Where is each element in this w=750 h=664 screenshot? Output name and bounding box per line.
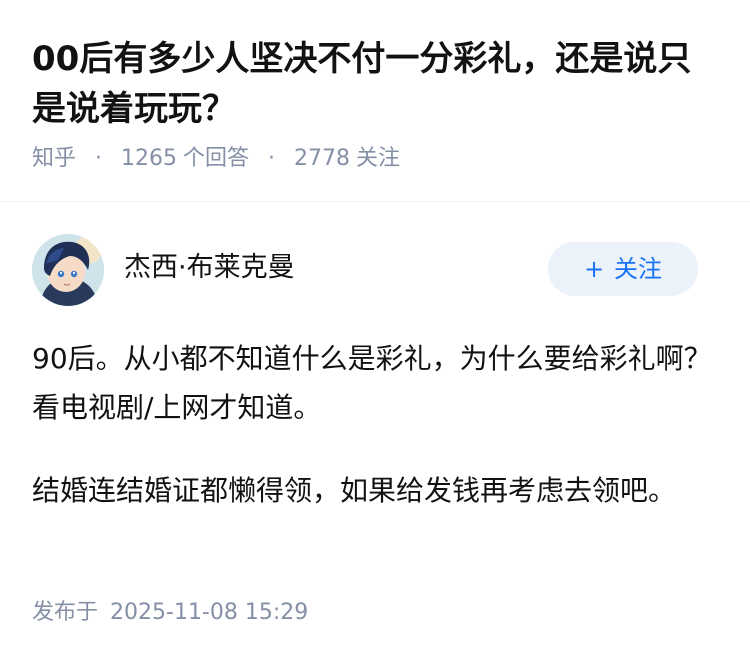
section-divider: [0, 201, 750, 202]
publish-label: 发布于: [32, 600, 99, 625]
answers-count-link[interactable]: 1265 个回答: [121, 146, 249, 171]
meta-separator: ·: [268, 146, 276, 171]
avatar-image: [32, 234, 104, 306]
avatar[interactable]: [32, 234, 104, 306]
publish-time: 发布于 2025-11-08 15:29: [32, 596, 308, 630]
question-meta: 知乎 · 1265 个回答 · 2778 关注: [32, 142, 400, 176]
answer-paragraph: 结婚连结婚证都懒得领，如果给发钱再考虑去领吧。: [32, 474, 677, 507]
answer-paragraph: 90后。从小都不知道什么是彩礼，为什么要给彩礼啊？看电视剧/上网才知道。: [32, 342, 712, 424]
answers-label: 个回答: [183, 146, 250, 171]
answer-content: 90后。从小都不知道什么是彩礼，为什么要给彩礼啊？看电视剧/上网才知道。 结婚连…: [32, 334, 712, 549]
follow-label: 关注: [614, 255, 663, 283]
follow-button[interactable]: + 关注: [548, 242, 698, 296]
answers-count: 1265: [121, 146, 178, 171]
followers-count-link[interactable]: 2778 关注: [294, 146, 400, 171]
meta-separator: ·: [95, 146, 103, 171]
author-row: 杰西·布莱克曼 + 关注: [32, 233, 698, 307]
question-title[interactable]: 00后有多少人坚决不付一分彩礼，还是说只是说着玩玩？: [32, 34, 712, 134]
author-name[interactable]: 杰西·布莱克曼: [124, 249, 295, 287]
plus-icon: +: [583, 255, 605, 283]
publish-timestamp: 2025-11-08 15:29: [110, 600, 309, 625]
followers-label: 关注: [356, 146, 401, 171]
followers-count: 2778: [294, 146, 351, 171]
source-label[interactable]: 知乎: [32, 146, 76, 171]
